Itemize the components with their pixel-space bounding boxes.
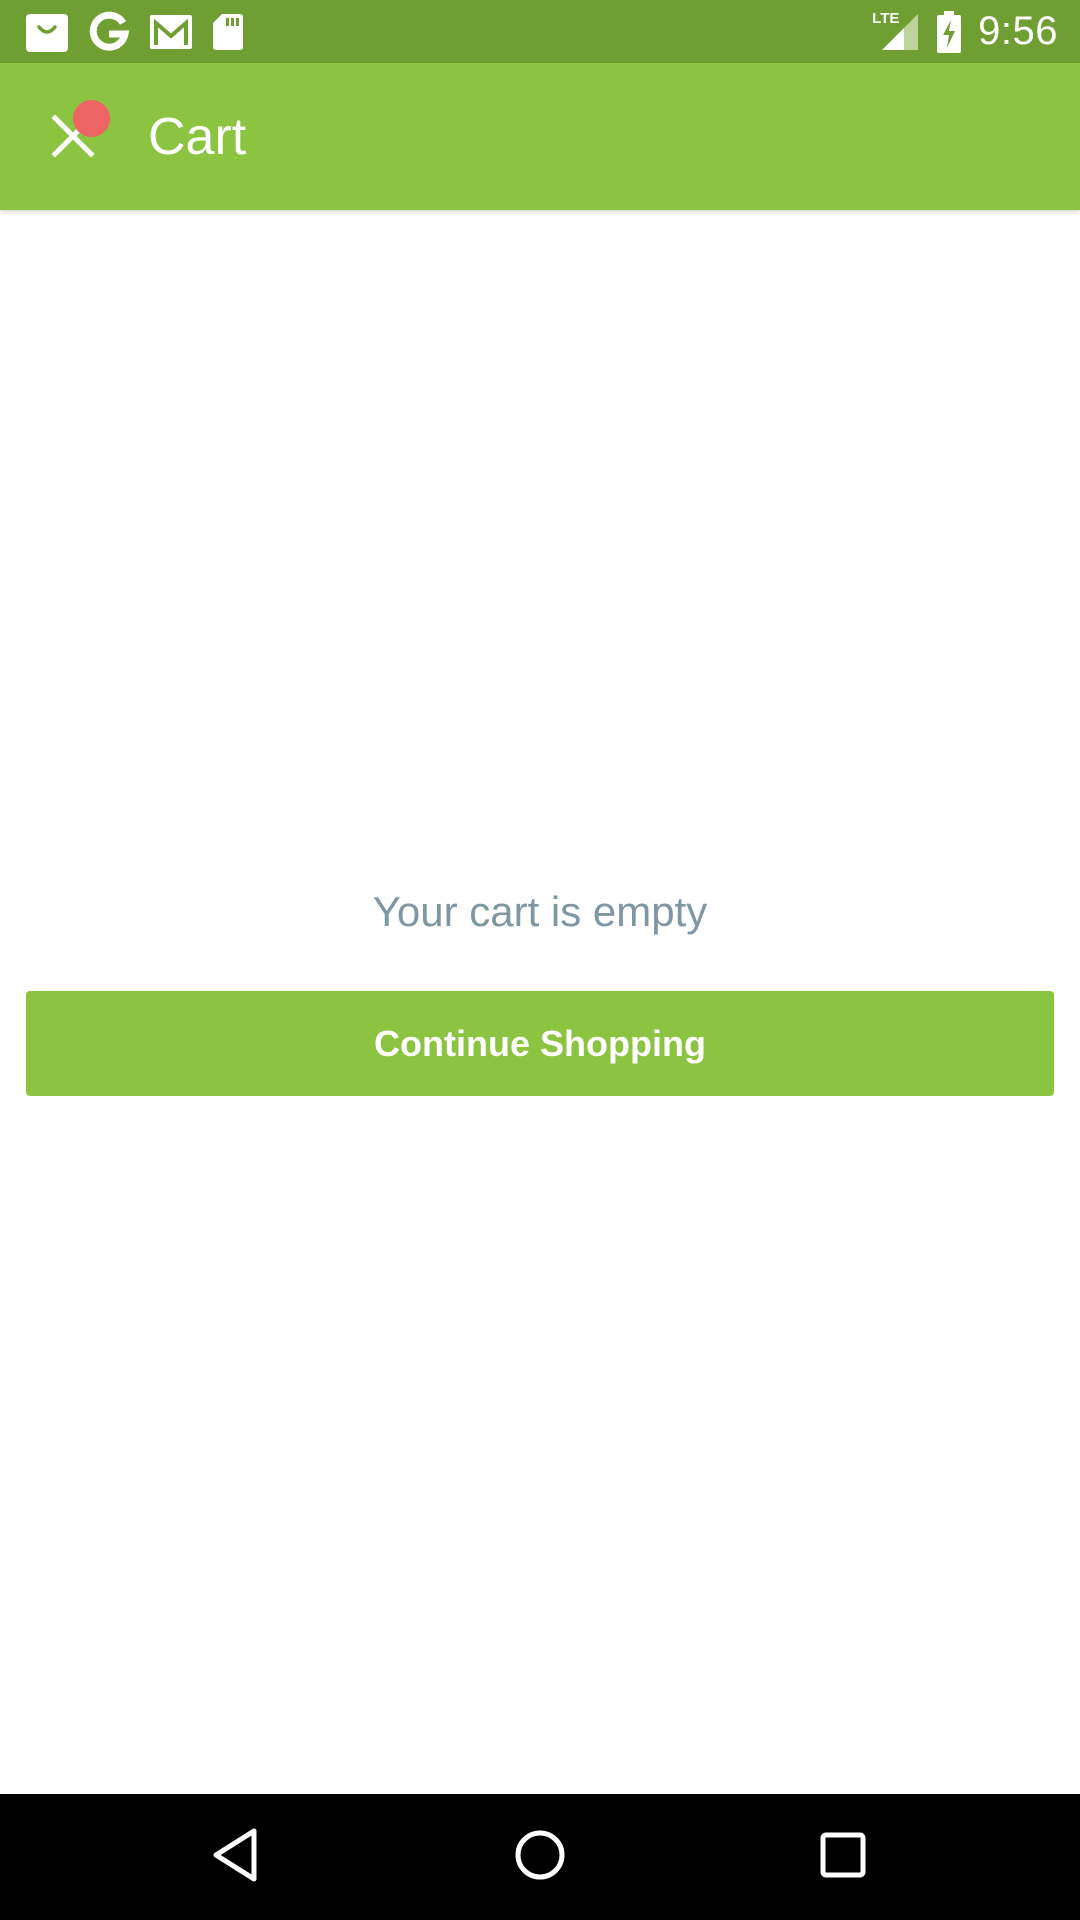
status-system: LTE 9:56 (872, 8, 1058, 55)
shopping-bag-icon (24, 10, 70, 54)
google-icon (88, 11, 130, 53)
continue-shopping-button[interactable]: Continue Shopping (26, 991, 1054, 1096)
nav-recents-button[interactable] (808, 1822, 878, 1892)
app-toolbar: Cart (0, 63, 1080, 210)
status-notifications (24, 10, 244, 53)
status-clock: 9:56 (978, 9, 1058, 53)
sd-card-icon (212, 12, 244, 52)
nav-back-button[interactable] (201, 1822, 271, 1892)
network-type-label: LTE (872, 9, 900, 27)
recents-icon (820, 1832, 866, 1883)
back-icon (211, 1827, 261, 1888)
notification-badge (73, 100, 110, 137)
empty-cart-message: Your cart is empty (372, 888, 708, 935)
nav-home-button[interactable] (505, 1822, 575, 1892)
navigation-bar (0, 1794, 1080, 1920)
gmail-icon (148, 12, 194, 52)
lte-signal-icon: LTE (872, 10, 920, 54)
home-icon (514, 1829, 566, 1886)
status-bar: LTE 9:56 (0, 0, 1080, 63)
battery-charging-icon (936, 10, 962, 54)
page-title: Cart (148, 108, 247, 166)
